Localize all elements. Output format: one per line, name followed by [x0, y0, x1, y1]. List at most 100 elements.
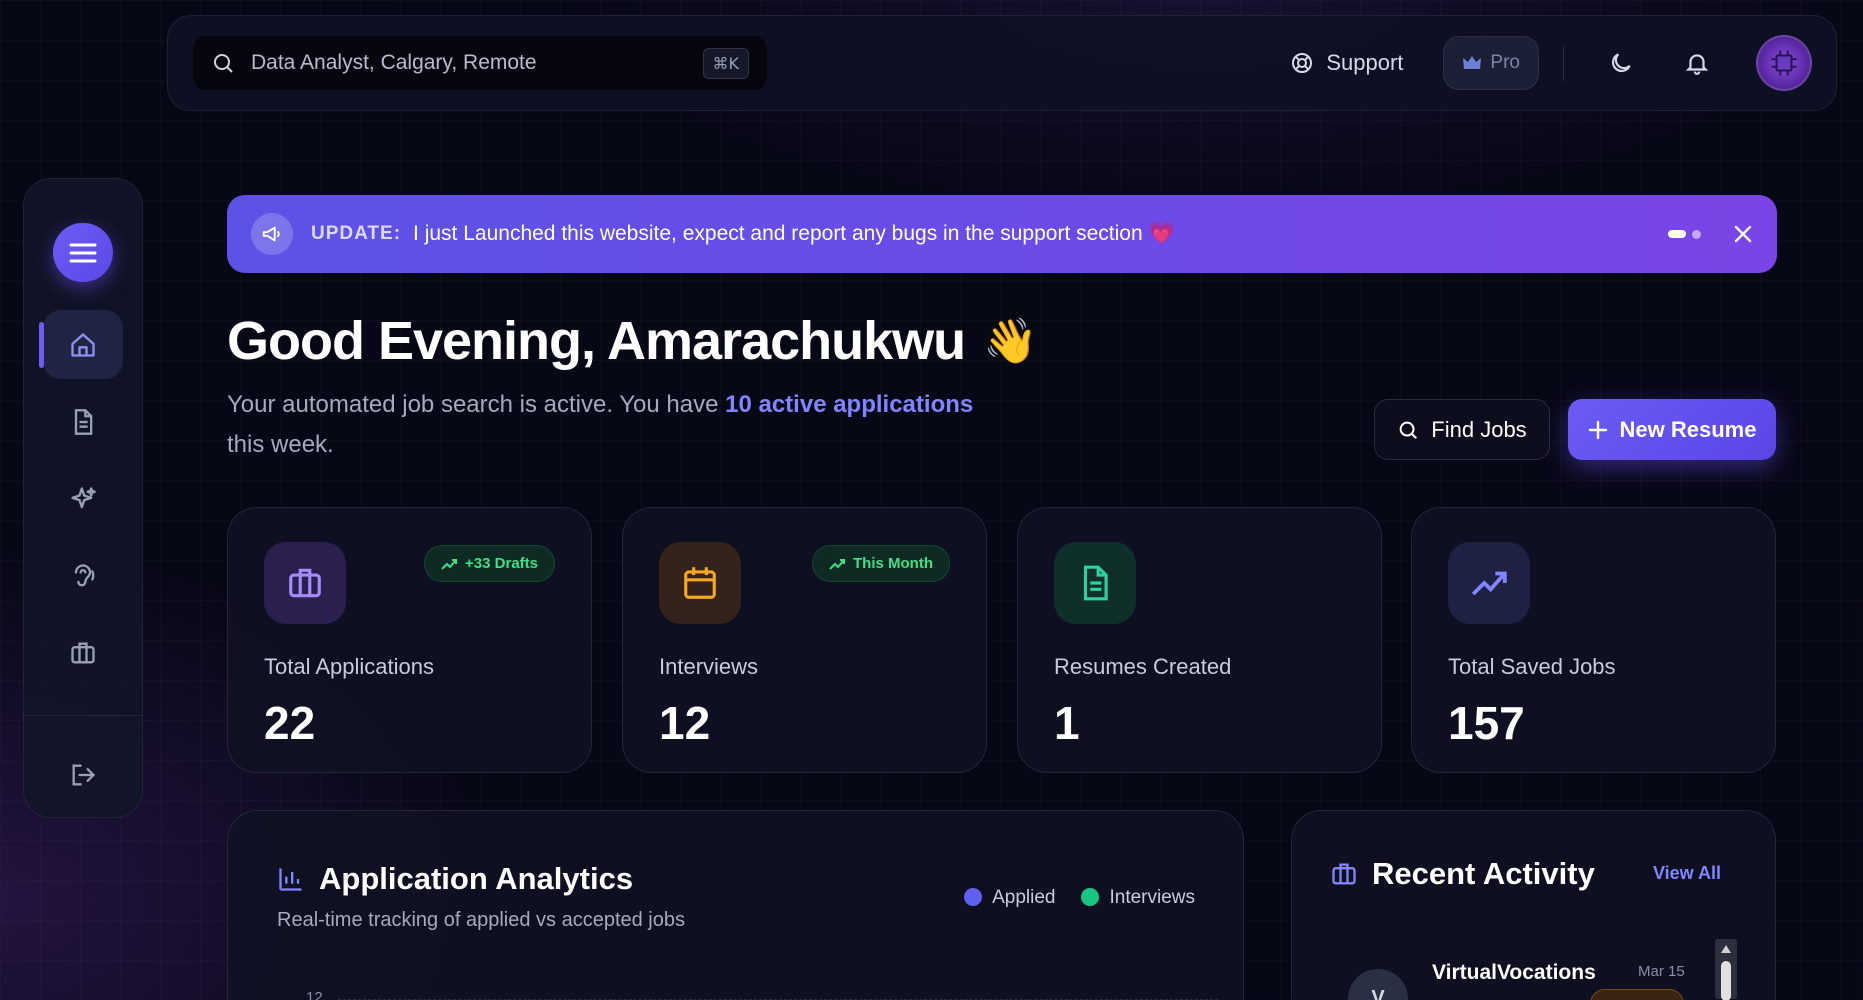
- avatar: V: [1348, 969, 1408, 1000]
- view-all-link[interactable]: View All: [1653, 863, 1721, 884]
- analytics-title-text: Application Analytics: [319, 861, 634, 896]
- trending-up-icon: [829, 558, 846, 570]
- bar-chart-icon: [279, 868, 302, 891]
- search-icon: [214, 54, 233, 73]
- theme-toggle-button[interactable]: [1600, 42, 1642, 84]
- trending-up-icon: [441, 558, 458, 570]
- top-bar: ⌘K Support Pro: [167, 15, 1837, 111]
- crown-icon: [1463, 56, 1482, 69]
- calendar-icon: [659, 542, 741, 624]
- carousel-dots[interactable]: [1668, 229, 1701, 239]
- stat-card-applications[interactable]: +33 Drafts Total Applications 22: [227, 507, 592, 773]
- stat-card-interviews[interactable]: This Month Interviews 12: [622, 507, 987, 773]
- briefcase-icon: [264, 542, 346, 624]
- banner-text: I just Launched this website, expect and…: [413, 222, 1175, 245]
- analytics-subtitle: Real-time tracking of applied vs accepte…: [277, 909, 685, 931]
- sidebar: [23, 178, 143, 818]
- recent-activity-title-text: Recent Activity: [1372, 856, 1595, 891]
- subtitle-before: Your automated job search is active. You…: [227, 391, 726, 418]
- chart-legend: Applied Interviews: [964, 887, 1195, 909]
- sidebar-divider: [23, 715, 143, 717]
- logout-button[interactable]: [43, 740, 123, 809]
- stat-value: 22: [264, 697, 316, 749]
- ear-icon: [74, 563, 95, 587]
- search-input[interactable]: [251, 51, 687, 75]
- stat-card-resumes[interactable]: Resumes Created 1: [1017, 507, 1382, 773]
- stat-label: Resumes Created: [1054, 654, 1232, 679]
- new-resume-button[interactable]: New Resume: [1568, 399, 1776, 460]
- page-title: Good Evening, Amarachukwu 👋: [227, 310, 1038, 372]
- stat-label: Interviews: [659, 654, 759, 679]
- sidebar-item-jobs[interactable]: [43, 618, 123, 687]
- recent-activity-panel: Recent Activity View All V VirtualVocati…: [1291, 810, 1776, 1000]
- briefcase-icon: [1332, 863, 1356, 885]
- legend-item-applied[interactable]: Applied: [964, 887, 1055, 909]
- status-badge: [1590, 989, 1684, 1000]
- user-avatar[interactable]: [1756, 35, 1812, 91]
- menu-button[interactable]: [53, 223, 113, 283]
- hamburger-icon: [69, 243, 97, 263]
- page-subtitle: Your automated job search is active. You…: [227, 385, 1007, 465]
- sidebar-item-ai[interactable]: [43, 464, 123, 533]
- legend-dot: [1081, 888, 1100, 906]
- find-jobs-button[interactable]: Find Jobs: [1374, 399, 1550, 460]
- bell-icon: [1685, 54, 1709, 75]
- stat-label: Total Applications: [264, 654, 434, 679]
- trending-up-icon: [1448, 542, 1530, 624]
- sidebar-item-interview[interactable]: [43, 541, 123, 610]
- recent-activity-title: Recent Activity: [1330, 856, 1595, 892]
- status-badge: +33 Drafts: [424, 545, 555, 582]
- moon-icon: [1611, 53, 1631, 73]
- carousel-dot[interactable]: [1692, 229, 1701, 239]
- notifications-button[interactable]: [1676, 42, 1718, 84]
- carousel-dot-active[interactable]: [1668, 230, 1686, 238]
- logout-icon: [72, 764, 96, 786]
- sparkles-icon: [71, 486, 96, 508]
- badge-label: +33 Drafts: [465, 555, 538, 572]
- pro-label: Pro: [1490, 52, 1520, 73]
- divider: [1563, 45, 1564, 81]
- stat-label: Total Saved Jobs: [1448, 654, 1616, 679]
- pro-button[interactable]: Pro: [1443, 36, 1539, 90]
- stat-card-saved-jobs[interactable]: Total Saved Jobs 157: [1411, 507, 1776, 773]
- lifebuoy-icon: [1292, 53, 1313, 73]
- subtitle-after: this week.: [227, 431, 334, 458]
- banner-tag: UPDATE:: [311, 223, 402, 244]
- document-icon: [1054, 542, 1136, 624]
- activity-company[interactable]: VirtualVocations: [1432, 961, 1596, 985]
- legend-dot: [964, 888, 983, 906]
- legend-item-interviews[interactable]: Interviews: [1081, 887, 1195, 909]
- plus-icon: [1588, 420, 1607, 439]
- scroll-up-arrow-icon[interactable]: [1721, 945, 1731, 953]
- sidebar-item-home[interactable]: [39, 310, 123, 380]
- megaphone-icon: [251, 213, 293, 255]
- briefcase-icon: [71, 642, 95, 664]
- find-jobs-label: Find Jobs: [1431, 416, 1527, 442]
- shortcut-badge: ⌘K: [702, 47, 749, 79]
- stat-value: 1: [1054, 697, 1080, 749]
- banner-close-button[interactable]: [1733, 224, 1753, 244]
- analytics-panel: Application Analytics Real-time tracking…: [227, 810, 1244, 1000]
- document-icon: [74, 408, 93, 435]
- sidebar-item-resumes[interactable]: [43, 387, 123, 456]
- activity-date: Mar 15: [1638, 963, 1685, 980]
- support-link[interactable]: Support: [1290, 50, 1403, 76]
- new-resume-label: New Resume: [1619, 416, 1757, 442]
- chip-icon: [1771, 50, 1797, 76]
- close-icon: [1734, 225, 1752, 243]
- search-icon: [1399, 421, 1418, 439]
- y-axis-tick: 12: [306, 989, 323, 1000]
- badge-label: This Month: [853, 555, 933, 572]
- greeting-text: Good Evening, Amarachukwu: [227, 311, 966, 371]
- home-icon: [71, 332, 95, 357]
- stat-value: 12: [659, 697, 711, 749]
- support-label: Support: [1326, 50, 1404, 75]
- update-banner: UPDATE: I just Launched this website, ex…: [227, 195, 1777, 273]
- legend-label: Applied: [992, 887, 1056, 908]
- scrollbar-thumb[interactable]: [1721, 961, 1731, 1000]
- wave-icon: 👋: [983, 317, 1038, 366]
- search-bar[interactable]: ⌘K: [192, 35, 768, 91]
- scrollbar[interactable]: [1715, 939, 1737, 1000]
- status-badge: This Month: [812, 545, 950, 582]
- active-applications-highlight: 10 active applications: [725, 391, 974, 418]
